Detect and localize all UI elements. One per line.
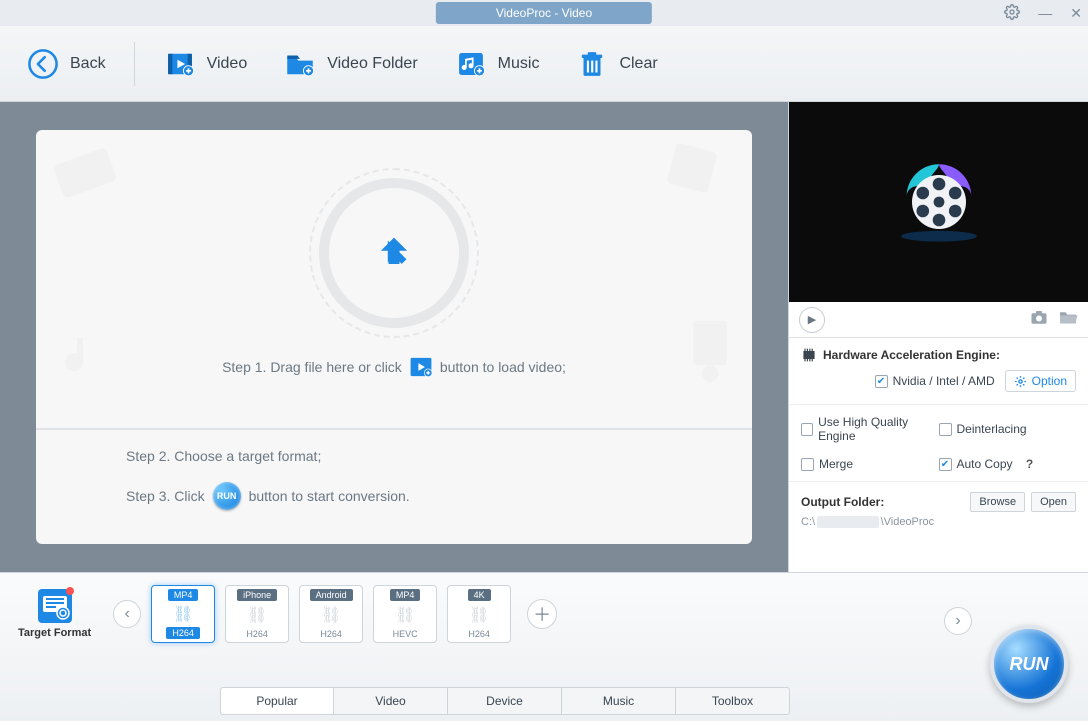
clear-button[interactable]: Clear bbox=[561, 41, 671, 87]
settings-gear-icon[interactable] bbox=[1004, 4, 1020, 23]
step3-text-a: Step 3. Click bbox=[126, 488, 205, 504]
open-button[interactable]: Open bbox=[1031, 492, 1076, 512]
format-card-android-h264[interactable]: Android⛓H264 bbox=[299, 585, 363, 643]
tab-music[interactable]: Music bbox=[562, 687, 676, 715]
video-folder-label: Video Folder bbox=[327, 55, 417, 73]
hwaccel-option-button[interactable]: Option bbox=[1005, 370, 1076, 392]
stage-area: Step 1. Drag file here or click button t… bbox=[0, 102, 788, 572]
autocopy-help-icon[interactable]: ? bbox=[1026, 457, 1033, 471]
toolbar-separator bbox=[134, 42, 135, 86]
minimize-icon[interactable]: — bbox=[1038, 5, 1052, 21]
browse-button[interactable]: Browse bbox=[970, 492, 1025, 512]
step1-text-b: button to load video; bbox=[440, 359, 566, 375]
tab-video[interactable]: Video bbox=[334, 687, 448, 715]
preview-area bbox=[789, 102, 1088, 302]
title-bar: VideoProc - Video — ✕ bbox=[0, 0, 1088, 26]
add-video-button[interactable]: Video bbox=[149, 41, 262, 87]
main-toolbar: Back Video Video Folder Music Clear bbox=[0, 26, 1088, 102]
video-label: Video bbox=[207, 55, 248, 73]
chain-icon: ⛓ bbox=[247, 605, 267, 625]
step3-text-b: button to start conversion. bbox=[249, 488, 410, 504]
back-label: Back bbox=[70, 55, 106, 73]
open-folder-icon[interactable] bbox=[1058, 309, 1078, 330]
tab-toolbox[interactable]: Toolbox bbox=[676, 687, 790, 715]
steps-panel: Step 2. Choose a target format; Step 3. … bbox=[36, 430, 752, 528]
chain-icon: ⛓ bbox=[395, 605, 415, 625]
merge-checkbox[interactable]: Merge bbox=[801, 457, 939, 471]
target-format-icon bbox=[38, 589, 72, 623]
chip-icon bbox=[801, 348, 817, 362]
add-video-folder-button[interactable]: Video Folder bbox=[269, 41, 431, 87]
chain-icon: ⛓ bbox=[321, 605, 341, 625]
drop-zone[interactable]: Step 1. Drag file here or click button t… bbox=[36, 130, 752, 430]
tab-device[interactable]: Device bbox=[448, 687, 562, 715]
app-logo-icon bbox=[894, 157, 984, 247]
back-button[interactable]: Back bbox=[12, 41, 120, 87]
target-format-label: Target Format bbox=[18, 627, 91, 639]
target-format-button[interactable]: Target Format bbox=[18, 589, 91, 639]
format-card-mp4-h264[interactable]: MP4⛓H264 bbox=[151, 585, 215, 643]
chain-icon: ⛓ bbox=[469, 605, 489, 625]
snapshot-camera-icon[interactable] bbox=[1030, 309, 1048, 330]
output-path: C:\x\VideoProc bbox=[801, 516, 1076, 528]
format-card-4k-h264[interactable]: 4K⛓H264 bbox=[447, 585, 511, 643]
formats-prev-button[interactable]: ‹ bbox=[113, 600, 141, 628]
hwaccel-title: Hardware Acceleration Engine: bbox=[823, 348, 1000, 362]
window-title: VideoProc - Video bbox=[436, 2, 652, 24]
output-folder-label: Output Folder: bbox=[801, 495, 964, 509]
step2-text: Step 2. Choose a target format; bbox=[126, 448, 321, 464]
add-music-button[interactable]: Music bbox=[440, 41, 554, 87]
use-hq-checkbox[interactable]: Use High Quality Engine bbox=[801, 415, 939, 443]
add-format-button[interactable]: ＋ bbox=[527, 599, 557, 629]
tab-popular[interactable]: Popular bbox=[220, 687, 334, 715]
chain-icon: ⛓ bbox=[173, 604, 193, 624]
gpu-checkbox[interactable]: ✔ Nvidia / Intel / AMD bbox=[875, 374, 995, 388]
format-card-mp4-hevc[interactable]: MP4⛓HEVC bbox=[373, 585, 437, 643]
clear-label: Clear bbox=[619, 55, 657, 73]
gpu-label: Nvidia / Intel / AMD bbox=[893, 374, 995, 388]
right-panel: ▶ Hardware Acceleration Engine: ✔ Nvidia… bbox=[788, 102, 1088, 572]
format-card-iphone-h264[interactable]: iPhone⛓H264 bbox=[225, 585, 289, 643]
deinterlace-checkbox[interactable]: Deinterlacing bbox=[939, 415, 1077, 443]
close-icon[interactable]: ✕ bbox=[1070, 5, 1082, 22]
play-button[interactable]: ▶ bbox=[799, 307, 825, 333]
music-label: Music bbox=[498, 55, 540, 73]
drop-ring-icon bbox=[319, 178, 469, 328]
run-small-icon: RUN bbox=[213, 482, 241, 510]
option-btn-label: Option bbox=[1032, 374, 1067, 388]
autocopy-checkbox[interactable]: ✔Auto Copy ? bbox=[939, 457, 1077, 471]
bottom-bar: Target Format ‹ MP4⛓H264iPhone⛓H264Andro… bbox=[0, 572, 1088, 721]
formats-next-button[interactable]: › bbox=[944, 607, 972, 635]
step1-text-a: Step 1. Drag file here or click bbox=[222, 359, 402, 375]
run-button[interactable]: RUN bbox=[990, 625, 1068, 703]
video-plus-icon bbox=[408, 354, 434, 380]
